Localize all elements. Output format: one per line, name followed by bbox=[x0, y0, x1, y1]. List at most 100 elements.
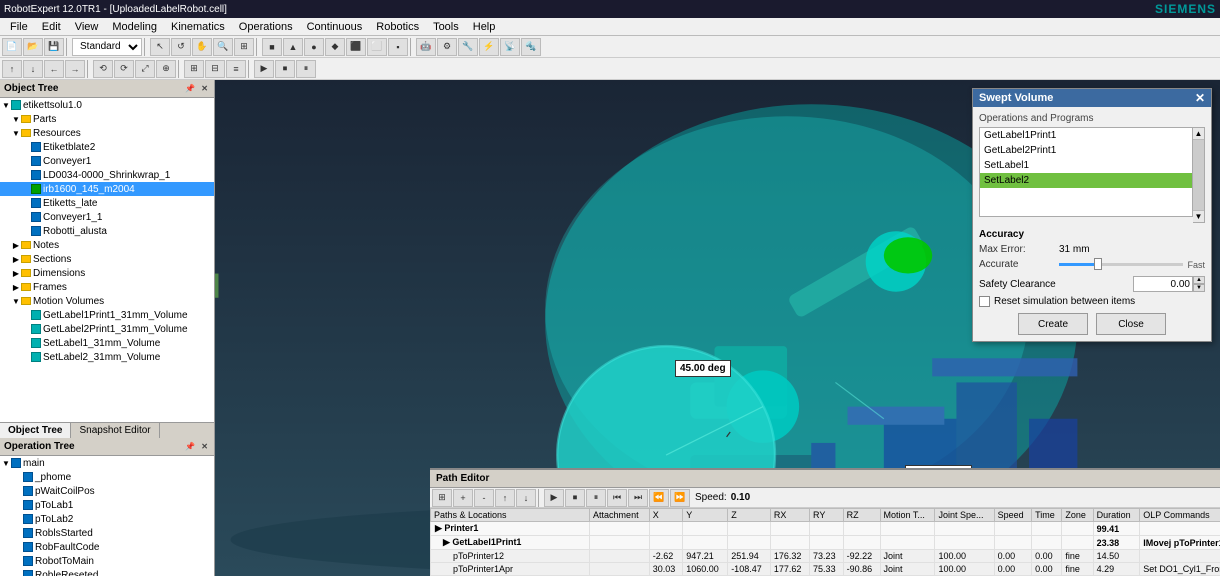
tb-robot3[interactable]: 🔧 bbox=[458, 38, 478, 56]
menu-edit[interactable]: Edit bbox=[36, 20, 67, 34]
tree-item-mv3[interactable]: SetLabel1_31mm_Volume bbox=[0, 336, 214, 350]
pin-icon[interactable]: 📌 bbox=[183, 83, 197, 94]
tree-item-mv1[interactable]: GetLabel1Print1_31mm_Volume bbox=[0, 308, 214, 322]
tb-zoom[interactable]: 🔍 bbox=[213, 38, 233, 56]
tb-rotate[interactable]: ↺ bbox=[171, 38, 191, 56]
tree-item-notes[interactable]: ▶ Notes bbox=[0, 238, 214, 252]
menu-modeling[interactable]: Modeling bbox=[106, 20, 163, 34]
expand-icon-etiket[interactable] bbox=[22, 143, 30, 151]
tb-btn2[interactable]: ▲ bbox=[283, 38, 303, 56]
tree-item-dims[interactable]: ▶ Dimensions bbox=[0, 266, 214, 280]
sv-operations-list[interactable]: GetLabel1Print1 GetLabel2Print1 SetLabel… bbox=[979, 127, 1193, 217]
tb-standard-dropdown[interactable]: Standard bbox=[72, 38, 142, 56]
tab-snapshot-editor[interactable]: Snapshot Editor bbox=[71, 423, 159, 438]
expand-icon-sections[interactable]: ▶ bbox=[12, 255, 20, 263]
pe-prev[interactable]: ⏮ bbox=[607, 489, 627, 507]
tb2-btn4[interactable]: → bbox=[65, 60, 85, 78]
sv-item-2[interactable]: SetLabel1 bbox=[980, 158, 1192, 173]
viewport[interactable]: 45.00 deg 1202.47 mm 355.49 mm Swept Vol… bbox=[215, 80, 1220, 576]
tb-btn7[interactable]: ▪ bbox=[388, 38, 408, 56]
expand-icon-parts[interactable]: ▼ bbox=[12, 115, 20, 123]
pe-stepback[interactable]: ⏪ bbox=[649, 489, 669, 507]
expand-icon-conv11[interactable] bbox=[22, 213, 30, 221]
tree-item-etl[interactable]: Etiketts_late bbox=[0, 196, 214, 210]
expand-mv2[interactable] bbox=[22, 325, 30, 333]
tb2-btn2[interactable]: ↓ bbox=[23, 60, 43, 78]
tree-item-frames[interactable]: ▶ Frames bbox=[0, 280, 214, 294]
pe-next[interactable]: ⏭ bbox=[628, 489, 648, 507]
tb-zoom-fit[interactable]: ⊞ bbox=[234, 38, 254, 56]
expand-icon-resources[interactable]: ▼ bbox=[12, 129, 20, 137]
tb2-btn6[interactable]: ⟳ bbox=[114, 60, 134, 78]
pe-stop[interactable]: ⏹ bbox=[565, 489, 585, 507]
tb-pan[interactable]: ✋ bbox=[192, 38, 212, 56]
op-item-started[interactable]: RoblsStarted bbox=[0, 526, 214, 540]
menu-continuous[interactable]: Continuous bbox=[301, 20, 369, 34]
tree-item-irb[interactable]: irb1600_145_m2004 bbox=[0, 182, 214, 196]
object-tree-content[interactable]: ▼ etikettsolu1.0 ▼ Parts ▼ Resources Eti… bbox=[0, 98, 214, 422]
sv-spin-down[interactable]: ▼ bbox=[1193, 284, 1205, 292]
expand-mv4[interactable] bbox=[22, 353, 30, 361]
tree-item-sections[interactable]: ▶ Sections bbox=[0, 252, 214, 266]
menu-help[interactable]: Help bbox=[467, 20, 502, 34]
op-close-icon[interactable]: ✕ bbox=[199, 441, 210, 452]
expand-mv1[interactable] bbox=[22, 311, 30, 319]
tb2-btn13[interactable]: ⏹ bbox=[275, 60, 295, 78]
expand-icon-notes[interactable]: ▶ bbox=[12, 241, 20, 249]
expand-mv3[interactable] bbox=[22, 339, 30, 347]
expand-icon-frames[interactable]: ▶ bbox=[12, 283, 20, 291]
menu-tools[interactable]: Tools bbox=[427, 20, 465, 34]
table-row-papr[interactable]: pToPrinter1Apr 30.03 1060.00 -108.47 177… bbox=[431, 563, 1220, 576]
tb2-btn11[interactable]: ≡ bbox=[226, 60, 246, 78]
tree-item-mv4[interactable]: SetLabel2_31mm_Volume bbox=[0, 350, 214, 364]
op-item-pwait[interactable]: pWaitCoilPos bbox=[0, 484, 214, 498]
tb-select[interactable]: ↖ bbox=[150, 38, 170, 56]
pe-tb3[interactable]: - bbox=[474, 489, 494, 507]
sv-item-3[interactable]: SetLabel2 bbox=[980, 173, 1192, 188]
sv-create-button[interactable]: Create bbox=[1018, 313, 1088, 335]
table-row-printer1[interactable]: ▶ Printer1 bbox=[431, 522, 1220, 536]
expand-icon-dims[interactable]: ▶ bbox=[12, 269, 20, 277]
tb2-btn14[interactable]: ⏸ bbox=[296, 60, 316, 78]
op-item-fault[interactable]: RobFaultCode bbox=[0, 540, 214, 554]
expand-icon-irb[interactable] bbox=[22, 185, 30, 193]
op-item-main[interactable]: ▼ main bbox=[0, 456, 214, 470]
tree-item-conv1[interactable]: Conveyer1 bbox=[0, 154, 214, 168]
tb-btn6[interactable]: ⬜ bbox=[367, 38, 387, 56]
tb2-btn5[interactable]: ⟲ bbox=[93, 60, 113, 78]
tree-item-motionvol[interactable]: ▼ Motion Volumes bbox=[0, 294, 214, 308]
tb-robot2[interactable]: ⚙ bbox=[437, 38, 457, 56]
tree-item-etiket[interactable]: Etiketblate2 bbox=[0, 140, 214, 154]
op-item-reseted[interactable]: RobleReseted bbox=[0, 568, 214, 576]
tb-robot5[interactable]: 📡 bbox=[500, 38, 520, 56]
tb2-btn3[interactable]: ← bbox=[44, 60, 64, 78]
tree-item-ld[interactable]: LD0034-0000_Shrinkwrap_1 bbox=[0, 168, 214, 182]
menu-view[interactable]: View bbox=[69, 20, 105, 34]
sv-item-1[interactable]: GetLabel2Print1 bbox=[980, 143, 1192, 158]
sv-scroll-up[interactable]: ▲ bbox=[1193, 128, 1204, 140]
expand-icon-robotti[interactable] bbox=[22, 227, 30, 235]
expand-icon-mv[interactable]: ▼ bbox=[12, 297, 20, 305]
sv-title-bar[interactable]: Swept Volume ✕ bbox=[973, 89, 1211, 107]
sv-scroll-down[interactable]: ▼ bbox=[1193, 210, 1204, 222]
menu-operations[interactable]: Operations bbox=[233, 20, 299, 34]
expand-icon-ld[interactable] bbox=[22, 171, 30, 179]
tree-item-conv11[interactable]: Conveyer1_1 bbox=[0, 210, 214, 224]
tb2-btn1[interactable]: ↑ bbox=[2, 60, 22, 78]
pe-pause[interactable]: ⏸ bbox=[586, 489, 606, 507]
sv-spin-up[interactable]: ▲ bbox=[1193, 276, 1205, 284]
tb-robot6[interactable]: 🔩 bbox=[521, 38, 541, 56]
expand-icon[interactable]: ▼ bbox=[2, 101, 10, 109]
tb-robot1[interactable]: 🤖 bbox=[416, 38, 436, 56]
tb2-btn7[interactable]: ⤢ bbox=[135, 60, 155, 78]
tb-open[interactable]: 📂 bbox=[23, 38, 43, 56]
tb-robot4[interactable]: ⚡ bbox=[479, 38, 499, 56]
tb-save[interactable]: 💾 bbox=[44, 38, 64, 56]
pe-tb5[interactable]: ↓ bbox=[516, 489, 536, 507]
pe-tb1[interactable]: ⊞ bbox=[432, 489, 452, 507]
pe-stepfwd[interactable]: ⏩ bbox=[670, 489, 690, 507]
tb2-btn10[interactable]: ⊟ bbox=[205, 60, 225, 78]
op-item-tomain[interactable]: RobotToMain bbox=[0, 554, 214, 568]
sv-slider-thumb[interactable] bbox=[1094, 258, 1102, 270]
table-row-p12[interactable]: pToPrinter12 -2.62 947.21 251.94 176.32 … bbox=[431, 550, 1220, 563]
